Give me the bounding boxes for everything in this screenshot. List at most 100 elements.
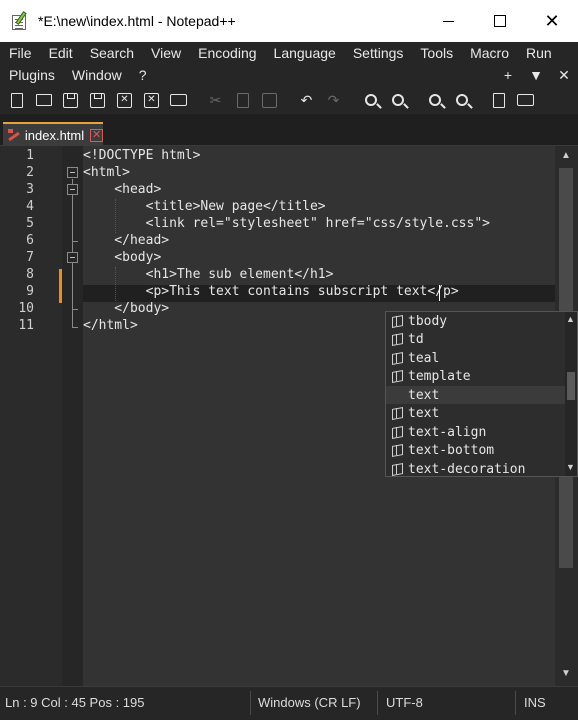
menu-macro[interactable]: Macro <box>461 45 517 61</box>
fold-html-icon[interactable] <box>67 167 78 178</box>
menu-view[interactable]: View <box>142 45 189 61</box>
maximize-button[interactable] <box>474 0 526 42</box>
autocomplete-popup[interactable]: tbody td teal template text text text-al… <box>385 311 578 477</box>
menu-row-1: File Edit Search View Encoding Language … <box>0 42 560 64</box>
menu-run[interactable]: Run <box>517 45 560 61</box>
scroll-down-arrow-icon[interactable]: ▼ <box>561 668 571 679</box>
new-tab-plus-icon[interactable]: + <box>494 67 522 83</box>
autocomplete-item[interactable]: text-align <box>386 423 566 441</box>
autocomplete-item[interactable]: text <box>386 404 566 422</box>
new-file-icon[interactable] <box>6 90 27 110</box>
menu-row-2: Plugins Window ? <box>0 64 155 86</box>
code-line-1: <!DOCTYPE html> <box>83 148 201 163</box>
window-title: *E:\new\index.html - Notepad++ <box>38 13 236 29</box>
chevron-down-icon[interactable]: ▼ <box>566 462 575 472</box>
cube-icon <box>390 462 404 476</box>
menu-right-controls: + ▼ ✕ <box>494 64 578 86</box>
zoom-in-icon[interactable] <box>424 90 445 110</box>
replace-icon[interactable] <box>387 90 408 110</box>
minimize-button[interactable] <box>422 0 474 42</box>
insert-mode[interactable]: INS <box>524 695 546 710</box>
cube-icon <box>390 406 404 420</box>
print-icon[interactable] <box>168 90 189 110</box>
autocomplete-item-selected[interactable]: text <box>386 386 566 404</box>
menu-settings[interactable]: Settings <box>344 45 412 61</box>
line-number-gutter: 1 2 3 4 5 6 7 8 9 10 11 <box>0 146 62 686</box>
code-line-2: <html> <box>83 165 130 180</box>
line-number: 2 <box>26 165 34 180</box>
copy-icon[interactable] <box>232 90 253 110</box>
file-encoding[interactable]: UTF-8 <box>386 695 423 710</box>
chevron-up-icon[interactable]: ▲ <box>566 314 575 324</box>
cube-icon <box>390 332 404 346</box>
tab-bar: index.html ✕ <box>0 114 578 146</box>
tab-label: index.html <box>24 127 85 143</box>
autocomplete-item[interactable]: text-bottom <box>386 441 566 459</box>
autocomplete-item[interactable]: tbody <box>386 312 566 330</box>
scroll-up-arrow-icon[interactable]: ▲ <box>561 150 571 161</box>
code-line-7: <body> <box>83 250 162 265</box>
find-icon[interactable] <box>360 90 381 110</box>
line-number: 11 <box>18 318 34 333</box>
menu-encoding[interactable]: Encoding <box>189 45 264 61</box>
window-controls: ✕ <box>422 0 578 42</box>
fold-head-icon[interactable] <box>67 184 78 195</box>
code-line-8: <h1>The sub element</h1> <box>83 267 334 282</box>
cursor-position: Ln : 9 Col : 45 Pos : 195 <box>5 695 145 710</box>
zoom-out-icon[interactable] <box>451 90 472 110</box>
tab-close-icon[interactable]: ✕ <box>90 128 103 142</box>
cut-icon[interactable]: ✂ <box>205 90 226 110</box>
code-line-6: </head> <box>83 233 170 248</box>
line-number: 1 <box>26 148 34 163</box>
tab-index-html[interactable]: index.html ✕ <box>3 122 103 146</box>
line-number: 6 <box>26 233 34 248</box>
paste-icon[interactable] <box>259 90 280 110</box>
save-all-icon[interactable] <box>87 90 108 110</box>
autocomplete-item[interactable]: text-decoration <box>386 460 566 478</box>
cube-icon <box>390 351 404 365</box>
line-number: 10 <box>18 301 34 316</box>
open-folder-icon[interactable] <box>33 90 54 110</box>
autocomplete-scroll-thumb[interactable] <box>567 372 575 400</box>
fold-body-icon[interactable] <box>67 252 78 263</box>
autocomplete-item[interactable]: teal <box>386 349 566 367</box>
menu-window[interactable]: Window <box>63 67 130 83</box>
line-number: 5 <box>26 216 34 231</box>
save-icon[interactable] <box>60 90 81 110</box>
menu-plugins[interactable]: Plugins <box>0 67 63 83</box>
close-window-button[interactable]: ✕ <box>526 0 578 42</box>
autocomplete-item[interactable]: template <box>386 367 566 385</box>
code-line-5: <link rel="stylesheet" href="css/style.c… <box>83 216 490 231</box>
line-number: 3 <box>26 182 34 197</box>
code-line-11: </html> <box>83 318 138 333</box>
menu-edit[interactable]: Edit <box>40 45 81 61</box>
menu-help[interactable]: ? <box>130 67 155 83</box>
code-line-10: </body> <box>83 301 170 316</box>
close-all-icon[interactable]: ✕ <box>141 90 162 110</box>
cube-icon <box>390 425 404 439</box>
close-file-icon[interactable]: ✕ <box>114 90 135 110</box>
notepadpp-app-icon <box>10 11 30 31</box>
line-number: 9 <box>26 284 34 299</box>
redo-icon[interactable]: ↷ <box>323 90 344 110</box>
undo-icon[interactable]: ↶ <box>296 90 317 110</box>
line-number: 8 <box>26 267 34 282</box>
word-wrap-icon[interactable] <box>515 90 536 110</box>
fold-margin <box>62 146 83 686</box>
cube-icon <box>390 314 404 328</box>
line-number: 7 <box>26 250 34 265</box>
code-line-4: <title>New page</title> <box>83 199 326 214</box>
cube-icon <box>390 443 404 457</box>
sync-scroll-icon[interactable] <box>488 90 509 110</box>
menu-search[interactable]: Search <box>81 45 142 61</box>
menu-language[interactable]: Language <box>265 45 344 61</box>
tab-list-dropdown-icon[interactable]: ▼ <box>522 67 550 83</box>
code-line-9: <p>This text contains subscript text</p> <box>83 284 459 299</box>
autocomplete-item[interactable]: td <box>386 330 566 348</box>
menu-tools[interactable]: Tools <box>411 45 461 61</box>
autocomplete-scrollbar[interactable]: ▲ ▼ <box>565 312 577 476</box>
close-document-icon[interactable]: ✕ <box>550 67 578 84</box>
title-bar: *E:\new\index.html - Notepad++ ✕ <box>0 0 578 42</box>
eol-format[interactable]: Windows (CR LF) <box>258 695 361 710</box>
menu-file[interactable]: File <box>0 45 40 61</box>
